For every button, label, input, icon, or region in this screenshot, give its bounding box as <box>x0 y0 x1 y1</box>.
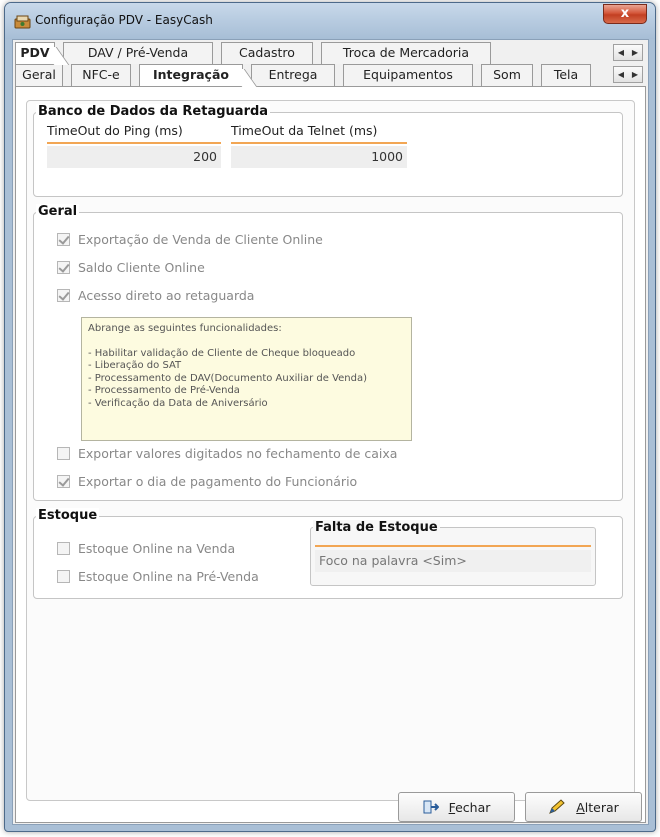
note-item: - Habilitar validação de Cliente de Cheq… <box>88 347 356 359</box>
tab-label: NFC-e <box>82 67 120 82</box>
telnet-underline <box>231 142 407 144</box>
tab-integracao[interactable]: Integração <box>139 64 243 86</box>
tab-som[interactable]: Som <box>481 64 533 86</box>
alterar-label: Alterar <box>576 800 619 815</box>
scroll-right-icon[interactable]: ▶ <box>632 70 638 79</box>
close-icon: x <box>620 6 630 21</box>
tab-tela[interactable]: Tela <box>541 64 591 86</box>
scroll-left-icon[interactable]: ◀ <box>618 48 624 57</box>
falta-estoque-title: Falta de Estoque <box>313 520 440 535</box>
tab-nfce[interactable]: NFC-e <box>71 64 131 86</box>
falta-underline <box>315 545 591 547</box>
window-title: Configuração PDV - EasyCash <box>35 13 213 27</box>
exit-door-icon <box>423 800 439 814</box>
note-heading: Abrange as seguintes funcionalidades: <box>88 323 282 334</box>
tab-label: Geral <box>22 67 56 82</box>
tab-row-main: PDV DAV / Pré-Venda Cadastro Troca de Me… <box>13 42 648 64</box>
checkbox[interactable] <box>57 233 70 246</box>
fechar-label: Fechar <box>449 800 491 815</box>
tab-cadastro[interactable]: Cadastro <box>221 42 313 64</box>
checkbox[interactable] <box>57 542 70 555</box>
checkbox[interactable] <box>57 289 70 302</box>
ping-underline <box>47 142 221 144</box>
alterar-label-rest: lterar <box>584 799 619 815</box>
tab-equipamentos[interactable]: Equipamentos <box>343 64 473 86</box>
estoque-title: Estoque <box>36 508 100 523</box>
checkbox[interactable] <box>57 570 70 583</box>
check-exportar-dia-pagamento[interactable]: Exportar o dia de pagamento do Funcionár… <box>57 474 357 489</box>
fechar-label-rest: echar <box>455 799 491 815</box>
ping-input[interactable]: 200 <box>47 146 221 168</box>
tab-geral[interactable]: Geral <box>15 64 63 86</box>
note-item: - Processamento de DAV(Documento Auxilia… <box>88 372 368 384</box>
tab-label: Integração <box>153 67 229 82</box>
checkbox-label: Exportar valores digitados no fechamento… <box>78 446 398 461</box>
client-area: PDV DAV / Pré-Venda Cadastro Troca de Me… <box>12 39 649 825</box>
tab-label: DAV / Pré-Venda <box>87 45 189 60</box>
tab-entrega[interactable]: Entrega <box>251 64 335 86</box>
tab-row-sub: Geral NFC-e Integração Entrega Equipamen… <box>13 64 648 86</box>
check-estoque-pre-venda[interactable]: Estoque Online na Pré-Venda <box>57 569 259 584</box>
check-exportacao-venda[interactable]: Exportação de Venda de Cliente Online <box>57 232 323 247</box>
tab-troca-de-mercadoria[interactable]: Troca de Mercadoria <box>321 42 491 64</box>
checkbox-label: Estoque Online na Pré-Venda <box>78 569 259 584</box>
check-estoque-venda[interactable]: Estoque Online na Venda <box>57 541 235 556</box>
checkbox-label: Exportação de Venda de Cliente Online <box>78 232 323 247</box>
note-item: - Liberação do SAT <box>88 360 182 371</box>
tab-label: Tela <box>553 67 579 82</box>
tab-label: Entrega <box>268 67 318 82</box>
tab-scroll-sub[interactable]: ◀ ▶ <box>613 66 643 83</box>
alterar-button[interactable]: Alterar <box>525 792 642 822</box>
check-acesso-retaguarda[interactable]: Acesso direto ao retaguarda <box>57 288 254 303</box>
estoque-group: Estoque Estoque Online na Venda Estoque … <box>33 508 623 599</box>
page-content: Banco de Dados da Retaguarda TimeOut do … <box>26 100 635 801</box>
tab-label: Equipamentos <box>363 67 453 82</box>
config-window: Configuração PDV - EasyCash x PDV DAV / … <box>4 2 656 832</box>
checkbox[interactable] <box>57 475 70 488</box>
fechar-button[interactable]: Fechar <box>398 792 515 822</box>
ping-label: TimeOut do Ping (ms) <box>47 123 183 138</box>
checkbox-label: Saldo Cliente Online <box>78 260 205 275</box>
checkbox[interactable] <box>57 447 70 460</box>
note-item: - Verificação da Data de Aniversário <box>88 397 268 409</box>
alterar-mnemonic: A <box>576 799 585 815</box>
checkbox[interactable] <box>57 261 70 274</box>
checkbox-label: Estoque Online na Venda <box>78 541 236 556</box>
banco-group: Banco de Dados da Retaguarda TimeOut do … <box>33 104 623 197</box>
title-bar[interactable]: Configuração PDV - EasyCash x <box>5 3 655 39</box>
tab-page-integracao: Banco de Dados da Retaguarda TimeOut do … <box>15 86 646 823</box>
tab-label: PDV <box>20 45 50 60</box>
pencil-icon <box>549 799 565 814</box>
scroll-right-icon[interactable]: ▶ <box>632 48 638 57</box>
tab-pdv[interactable]: PDV <box>15 42 55 64</box>
check-exportar-valores[interactable]: Exportar valores digitados no fechamento… <box>57 446 397 461</box>
close-button[interactable]: x <box>603 4 647 24</box>
tab-label: Troca de Mercadoria <box>342 45 470 60</box>
falta-estoque-select[interactable]: Foco na palavra <Sim> <box>315 550 591 572</box>
checkbox-label: Acesso direto ao retaguarda <box>78 288 255 303</box>
telnet-input[interactable]: 1000 <box>231 146 407 168</box>
tab-dav-pre-venda[interactable]: DAV / Pré-Venda <box>63 42 213 64</box>
note-item: - Processamento de Pré-Venda <box>88 385 240 396</box>
geral-group: Geral Exportação de Venda de Cliente Onl… <box>33 204 623 501</box>
functionality-note: Abrange as seguintes funcionalidades: - … <box>81 317 412 441</box>
banco-title: Banco de Dados da Retaguarda <box>36 104 271 119</box>
checkbox-label: Exportar o dia de pagamento do Funcionár… <box>78 474 358 489</box>
check-saldo-cliente[interactable]: Saldo Cliente Online <box>57 260 205 275</box>
tab-scroll-main[interactable]: ◀ ▶ <box>613 44 643 61</box>
tab-label: Som <box>493 67 521 82</box>
tab-label: Cadastro <box>239 45 295 60</box>
app-icon <box>14 15 31 29</box>
falta-estoque-group: Falta de Estoque Foco na palavra <Sim> <box>310 520 596 586</box>
telnet-label: TimeOut da Telnet (ms) <box>231 123 378 138</box>
scroll-left-icon[interactable]: ◀ <box>618 70 624 79</box>
geral-title: Geral <box>36 204 80 219</box>
